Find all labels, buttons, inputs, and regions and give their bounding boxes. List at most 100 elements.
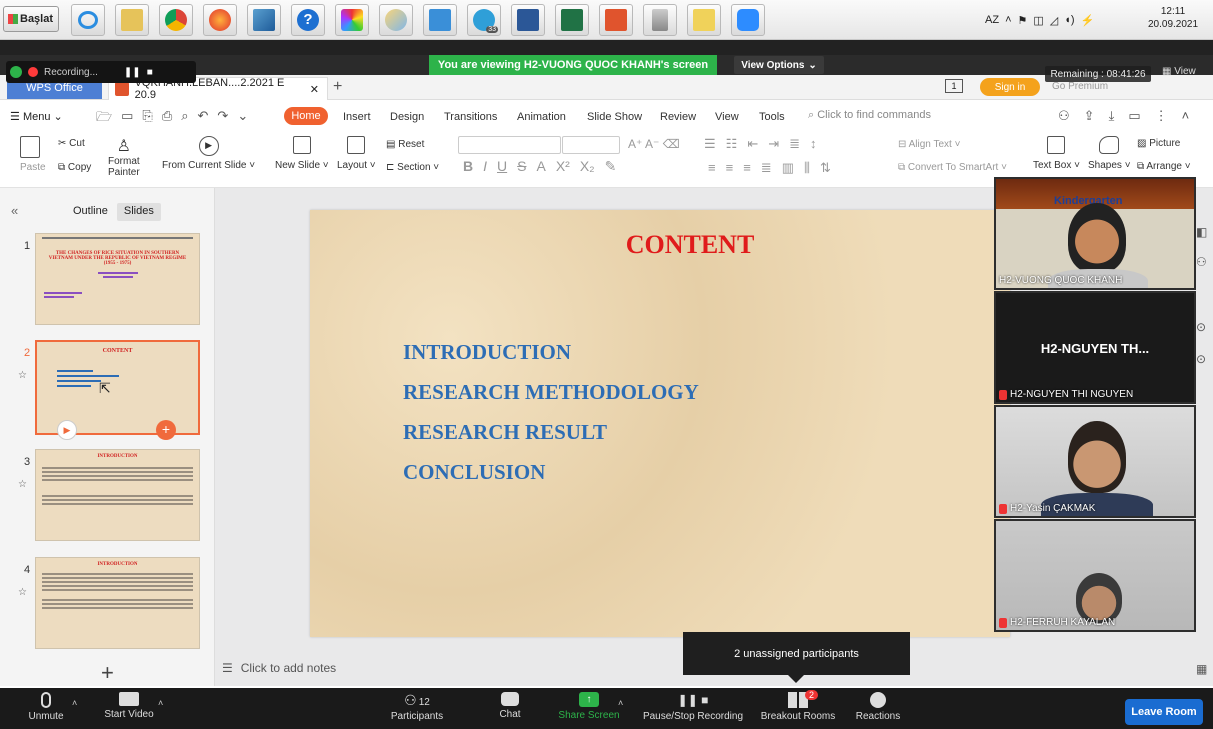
video-tile-vuong-quoc-khanh[interactable]: Kindergarten H2-VUONG QUOC KHANH	[994, 177, 1196, 290]
view-options-button[interactable]: View Options ⌄	[734, 56, 824, 74]
recording-indicator[interactable]: Recording... ❚❚ ■	[6, 61, 196, 83]
line-icon[interactable]: ⇅	[820, 160, 831, 176]
distribute-icon[interactable]: ▥	[782, 160, 794, 176]
section-button[interactable]: ⊏ Section ˅	[386, 162, 439, 173]
underline-icon[interactable]: U	[497, 158, 507, 175]
tab-animation[interactable]: Animation	[517, 111, 566, 123]
go-premium-link[interactable]: Go Premium	[1052, 81, 1108, 92]
text-direction-icon[interactable]: ↕	[810, 136, 817, 152]
cut-button[interactable]: ✂ Cut	[58, 138, 85, 149]
tray-arrow-icon[interactable]: ˄	[1005, 14, 1011, 26]
align-text-button[interactable]: ⊟ Align Text ˅	[898, 139, 960, 150]
indent-decrease-icon[interactable]: ⇤	[747, 136, 758, 152]
unmute-button[interactable]: Unmute	[22, 692, 70, 722]
recycle-icon[interactable]	[643, 4, 677, 36]
slide-item-research-methodology[interactable]: RESEARCH METHODOLOGY	[403, 380, 699, 405]
shapes-button[interactable]: Shapes ˅	[1088, 136, 1131, 171]
tab-design[interactable]: Design	[390, 111, 424, 123]
start-video-button[interactable]: Start Video	[98, 692, 160, 720]
subscript-icon[interactable]: X₂	[580, 158, 595, 175]
add-slide-icon[interactable]: +	[156, 420, 176, 440]
convert-smartart-button[interactable]: ⧉ Convert To SmartArt ˅	[898, 162, 1007, 173]
pause-recording-icon[interactable]: ❚❚	[124, 67, 141, 78]
tab-slides[interactable]: Slides	[116, 203, 161, 221]
wps-icon[interactable]	[599, 4, 633, 36]
reset-button[interactable]: ▤ Reset	[386, 139, 424, 150]
menu-button[interactable]: ☰ Menu ⌄	[10, 110, 63, 123]
align-left-icon[interactable]: ≡	[708, 160, 716, 176]
chrome-icon[interactable]	[159, 4, 193, 36]
firefox-icon[interactable]	[203, 4, 237, 36]
audio-options-caret[interactable]: ˄	[72, 698, 77, 708]
slide-thumbnail-4[interactable]: INTRODUCTION	[35, 557, 200, 649]
view-button[interactable]: ▦ View	[1162, 66, 1196, 77]
redo-icon[interactable]: ↷	[217, 108, 228, 130]
window-icon[interactable]	[423, 4, 457, 36]
telegram-icon[interactable]: 33	[467, 4, 501, 36]
export-icon[interactable]: ⎘	[142, 108, 152, 130]
start-button[interactable]: Başlat	[3, 6, 59, 32]
video-tile-nguyen-thi-nguyen[interactable]: H2-NGUYEN TH... H2-NGUYEN THI NGUYEN	[994, 291, 1196, 404]
collapse-ribbon-icon[interactable]: ˄	[1182, 108, 1190, 124]
save-icon[interactable]: ▭	[121, 108, 133, 130]
network-icon[interactable]: ◫	[1033, 14, 1043, 27]
export-pdf-icon[interactable]: ⤓	[1109, 108, 1115, 124]
format-painter-button[interactable]: ♙ Format Painter	[108, 136, 140, 178]
print-preview-icon[interactable]: ⌕	[181, 108, 188, 130]
clock[interactable]: 12:11 20.09.2021	[1148, 5, 1198, 31]
brush-icon[interactable]	[379, 4, 413, 36]
stop-recording-icon[interactable]: ■	[147, 67, 153, 78]
highlight-icon[interactable]: ✎	[605, 158, 617, 175]
picture-button[interactable]: ▨ Picture	[1137, 138, 1180, 149]
share-icon[interactable]: ⇪	[1084, 108, 1095, 124]
bold-icon[interactable]: B	[463, 158, 473, 175]
tab-tools[interactable]: Tools	[759, 111, 785, 123]
slide-item-conclusion[interactable]: CONCLUSION	[403, 460, 545, 485]
tab-slide-show[interactable]: Slide Show	[587, 111, 642, 123]
share-options-caret[interactable]: ˄	[618, 698, 623, 708]
right-tool-icon[interactable]: ⚇	[1196, 255, 1207, 269]
participants-button[interactable]: ⚇ 12 Participants	[386, 692, 448, 722]
layout-button[interactable]: Layout ˅	[337, 136, 376, 171]
new-tab-icon[interactable]: +	[333, 78, 342, 96]
word-icon[interactable]	[511, 4, 545, 36]
grid-view-icon[interactable]: ▦	[1196, 662, 1207, 676]
reactions-button[interactable]: Reactions	[852, 692, 904, 722]
add-slide-button[interactable]: +	[101, 660, 114, 686]
help-icon[interactable]: ?	[291, 4, 325, 36]
new-slide-button[interactable]: New Slide ˅	[275, 136, 329, 171]
indent-increase-icon[interactable]: ⇥	[768, 136, 779, 152]
folder-icon[interactable]	[687, 4, 721, 36]
numbering-icon[interactable]: ☷	[726, 136, 738, 152]
power-icon[interactable]: ⚡	[1081, 14, 1095, 27]
from-current-slide-button[interactable]: ▶ From Current Slide ˅	[162, 136, 255, 171]
collapse-panel-icon[interactable]: «	[11, 203, 18, 218]
video-options-caret[interactable]: ˄	[158, 698, 163, 708]
sign-in-button[interactable]: Sign in	[980, 78, 1040, 96]
collaborate-icon[interactable]: ⚇	[1058, 108, 1070, 124]
play-slide-icon[interactable]: ▶	[57, 420, 77, 440]
bullets-icon[interactable]: ☰	[704, 136, 716, 152]
more-options-icon[interactable]: ⋮	[1155, 108, 1168, 124]
slide-item-research-result[interactable]: RESEARCH RESULT	[403, 420, 607, 445]
video-tile-ferruh-kayalan[interactable]: H2-FERRUH KAYALAN	[994, 519, 1196, 632]
leave-room-button[interactable]: Leave Room	[1125, 699, 1203, 725]
justify-icon[interactable]: ≣	[761, 160, 772, 176]
print-icon[interactable]: ⎙	[162, 108, 172, 130]
strikethrough-icon[interactable]: S	[517, 158, 526, 175]
arrange-button[interactable]: ⧉ Arrange ˅	[1137, 161, 1191, 172]
flag-icon[interactable]: ⚑	[1018, 14, 1028, 27]
zoom-icon[interactable]	[731, 4, 765, 36]
increase-font-icon[interactable]: A⁺	[628, 137, 642, 151]
close-tab-icon[interactable]: ✕	[310, 83, 319, 96]
pause-stop-recording-button[interactable]: ❚❚ ■ Pause/Stop Recording	[638, 692, 748, 722]
language-indicator[interactable]: AZ	[985, 14, 999, 26]
align-center-icon[interactable]: ≡	[726, 160, 734, 176]
slide-thumbnail-3[interactable]: INTRODUCTION	[35, 449, 200, 541]
video-tile-yasin-cakmak[interactable]: H2-Yasin ÇAKMAK	[994, 405, 1196, 518]
open-icon[interactable]: 🗁	[96, 108, 112, 130]
comment-icon[interactable]: ▭	[1128, 108, 1140, 124]
slide-item-introduction[interactable]: INTRODUCTION	[403, 340, 571, 365]
align-right-icon[interactable]: ≡	[743, 160, 751, 176]
copy-button[interactable]: ⧉ Copy	[58, 162, 91, 173]
